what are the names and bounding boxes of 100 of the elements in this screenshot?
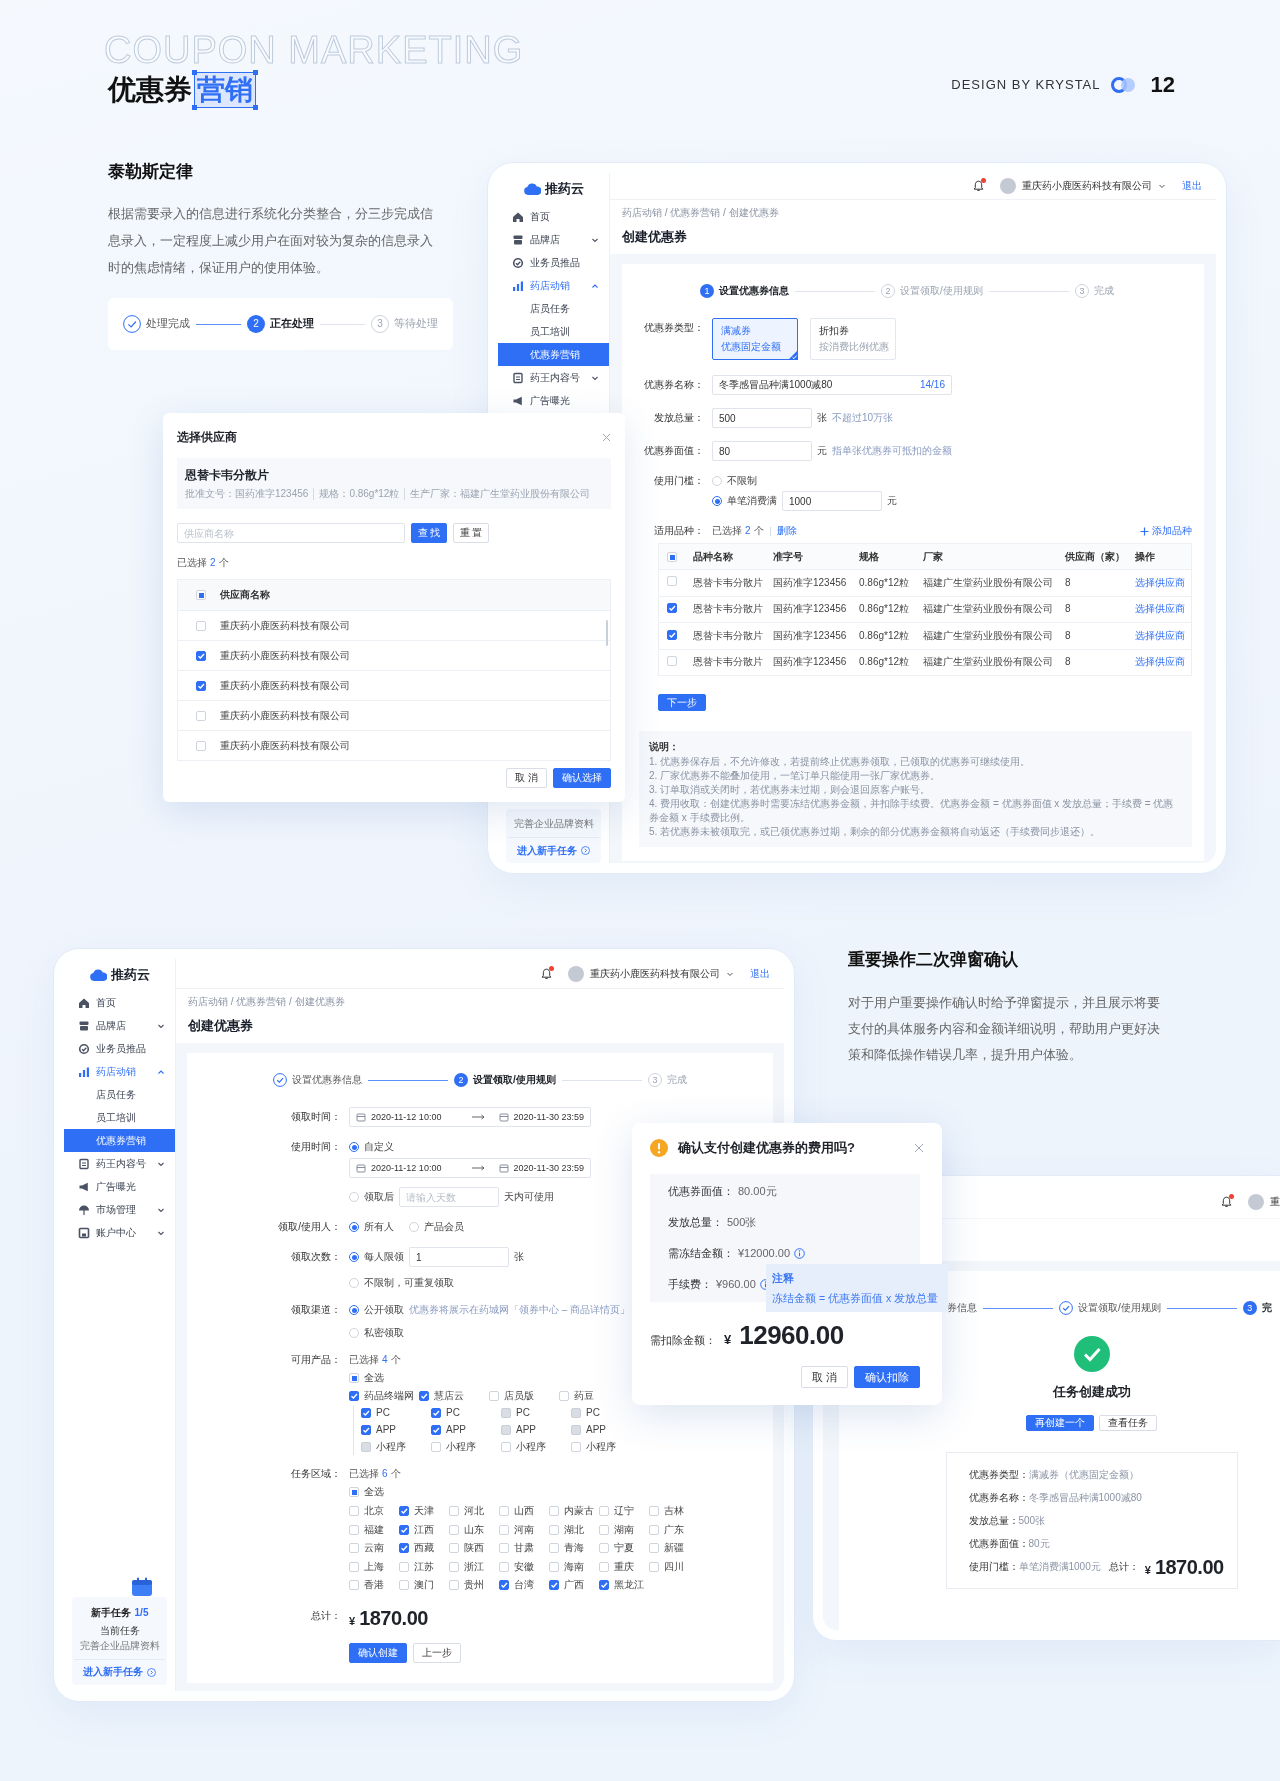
checkbox[interactable] (196, 650, 206, 661)
select-supplier-link[interactable]: 选择供应商 (1135, 629, 1185, 642)
option-label: PC (446, 1407, 460, 1419)
coupon-type-option[interactable]: 满减券 优惠固定金额 (712, 318, 798, 360)
select-supplier-link[interactable]: 选择供应商 (1135, 576, 1185, 589)
company-name[interactable]: 重庆药小鹿医药科技有限公司 (1022, 180, 1152, 192)
info-icon[interactable] (794, 1247, 805, 1259)
company-name[interactable]: 重 (1270, 1196, 1280, 1208)
radio-button[interactable] (349, 1222, 359, 1232)
table-cell-text: 福建广生堂药业股份有限公司 (923, 603, 1054, 616)
menu-item[interactable]: 市场管理 (64, 1198, 175, 1221)
checkbox[interactable] (667, 629, 677, 640)
select-supplier-link[interactable]: 选择供应商 (1135, 603, 1185, 616)
checkbox[interactable] (361, 1425, 371, 1435)
radio-button[interactable] (712, 496, 722, 506)
submenu-item[interactable]: 优惠券营销 (64, 1129, 175, 1152)
next-step-button[interactable]: 下一步 (658, 694, 706, 711)
add-variety-link[interactable]: 添加品种 (1140, 525, 1192, 537)
table-cell-text: 8 (1065, 629, 1072, 642)
checkbox[interactable] (431, 1425, 441, 1435)
currency-symbol: ¥ (349, 1614, 356, 1628)
cloud-icon (523, 182, 541, 196)
bell-icon[interactable] (1221, 1196, 1232, 1208)
checkbox[interactable] (399, 1506, 409, 1517)
supplier-search-field[interactable]: 供应商名称 (177, 523, 405, 543)
checkbox[interactable] (399, 1543, 409, 1554)
company-name[interactable]: 重庆药小鹿医药科技有限公司 (590, 967, 720, 980)
confirm-create-button[interactable]: 确认创建 (349, 1642, 407, 1663)
summary-label: 优惠券名称： (968, 1491, 1029, 1504)
task-progress-title: 新手任务 1/5 (90, 1605, 149, 1620)
radio-button[interactable] (349, 1305, 359, 1315)
summary-value: 满减券（优惠固定金额） (1028, 1468, 1139, 1481)
table-cell: 重庆药小鹿医药科技有限公司 (220, 709, 350, 722)
option-label: 重庆 (614, 1560, 634, 1573)
delete-link[interactable]: 删除 (776, 525, 797, 537)
checkbox[interactable] (431, 1408, 441, 1418)
menu-item[interactable]: 药王内容号 (64, 1152, 175, 1175)
checkbox[interactable] (419, 1391, 429, 1401)
submenu-item[interactable]: 员工培训 (64, 1106, 175, 1129)
amount-field[interactable]: 1000 (782, 491, 882, 511)
days-field[interactable]: 请输入天数 (399, 1187, 499, 1207)
option-label: 公开领取 (364, 1304, 404, 1316)
menu-item[interactable]: 首页 (64, 991, 175, 1014)
newbie-task-link[interactable]: 进入新手任务 (74, 1658, 165, 1685)
limit-field[interactable]: 1 (409, 1247, 509, 1267)
submenu-item[interactable]: 员工培训 (498, 320, 609, 343)
checkbox[interactable] (667, 603, 677, 614)
create-again-button[interactable]: 再创建一个 (1026, 1415, 1094, 1431)
checkbox[interactable] (399, 1524, 409, 1535)
date-range-field[interactable]: 2020-11-12 10:00 2020-11-30 23:59 (349, 1158, 591, 1178)
previous-step-button[interactable]: 上一步 (413, 1642, 461, 1663)
selected-count-text: 已选择 2 个 (177, 556, 229, 570)
confirm-deduct-button[interactable]: 确认扣除 (854, 1366, 920, 1388)
checkbox[interactable] (599, 1580, 609, 1591)
bell-icon[interactable] (973, 180, 984, 192)
face-value-field[interactable]: 80 (712, 441, 812, 461)
logout-link[interactable]: 退出 (1182, 180, 1202, 192)
newbie-task-link[interactable]: 进入新手任务 (508, 837, 599, 863)
submenu-item[interactable]: 店员任务 (498, 297, 609, 320)
close-icon[interactable] (602, 432, 611, 442)
checkbox[interactable] (196, 680, 206, 691)
select-supplier-link[interactable]: 选择供应商 (1135, 656, 1185, 669)
menu-item[interactable]: 账户中心 (64, 1221, 175, 1244)
menu-item[interactable]: 广告曝光 (498, 389, 609, 412)
coupon-type-option[interactable]: 折扣券 按消费比例优惠 (810, 318, 896, 360)
submenu-item[interactable]: 店员任务 (64, 1083, 175, 1106)
close-icon[interactable] (914, 1143, 924, 1153)
search-button[interactable]: 查 找 (411, 523, 447, 543)
menu-item[interactable]: 品牌店 (498, 228, 609, 251)
column-header: 供应商（家） (1065, 550, 1126, 563)
breadcrumb: 药店动销 / 优惠券营销 / 创建优惠券 (622, 206, 780, 220)
notes-title: 说明： (649, 740, 680, 754)
menu-item[interactable]: 药店动销 (498, 274, 609, 297)
quantity-field[interactable]: 500 (712, 408, 812, 428)
logout-link[interactable]: 退出 (750, 967, 770, 980)
avatar (568, 965, 584, 982)
checkbox[interactable] (349, 1391, 359, 1401)
view-task-button[interactable]: 查看任务 (1099, 1415, 1157, 1431)
menu-item[interactable]: 业务员推品 (498, 251, 609, 274)
radio-button[interactable] (349, 1142, 359, 1152)
confirm-button[interactable]: 确认选择 (553, 768, 611, 788)
menu-item[interactable]: 药王内容号 (498, 366, 609, 389)
menu-item[interactable]: 广告曝光 (64, 1175, 175, 1198)
coupon-name-field[interactable]: 冬季感冒品种满1000减80 14/16 (712, 375, 952, 395)
checkbox[interactable] (499, 1580, 509, 1591)
form-label: 总计： (310, 1608, 341, 1623)
reset-button[interactable]: 重 置 (453, 523, 489, 543)
menu-item[interactable]: 业务员推品 (64, 1037, 175, 1060)
fee-value: 80.00元 (738, 1185, 777, 1199)
checkbox[interactable] (549, 1580, 559, 1591)
checkbox[interactable] (361, 1408, 371, 1418)
submenu-item[interactable]: 优惠券营销 (498, 343, 609, 366)
radio-button[interactable] (349, 1252, 359, 1262)
cancel-button[interactable]: 取 消 (506, 768, 547, 788)
menu-item[interactable]: 首页 (498, 205, 609, 228)
menu-item[interactable]: 品牌店 (64, 1014, 175, 1037)
menu-item[interactable]: 药店动销 (64, 1060, 175, 1083)
date-range-field[interactable]: 2020-11-12 10:00 2020-11-30 23:59 (349, 1107, 591, 1127)
cancel-button[interactable]: 取 消 (800, 1366, 848, 1388)
bell-icon[interactable] (541, 967, 552, 980)
